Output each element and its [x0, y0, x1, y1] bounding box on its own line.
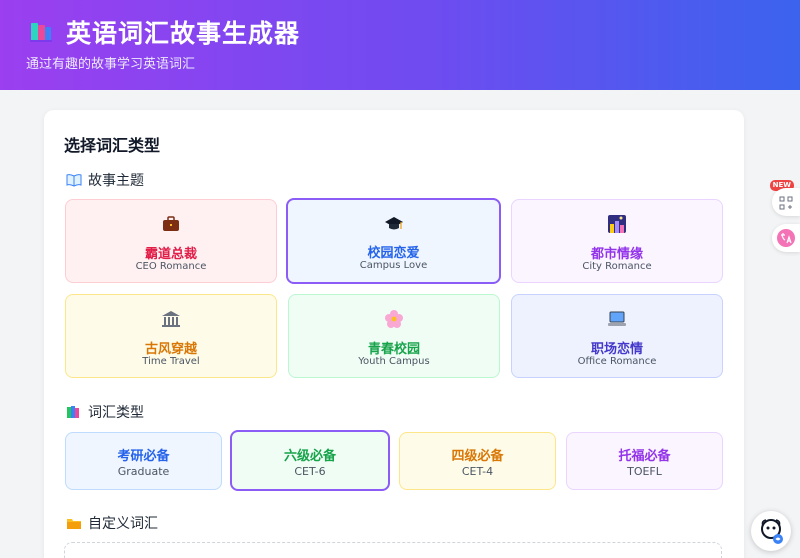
books-icon — [28, 19, 54, 45]
vocab-tile-cet4[interactable]: 四级必备 CET-4 — [399, 432, 556, 490]
theme-tile-time-travel[interactable]: 古风穿越 Time Travel — [65, 294, 277, 378]
vocab-name: 四级必备 — [451, 449, 504, 464]
theme-name: 青春校园 — [367, 342, 420, 357]
app-title: 英语词汇故事生成器 — [66, 19, 301, 48]
scan-tool-button[interactable] — [772, 188, 800, 216]
translate-icon — [776, 228, 796, 252]
vocab-english: Graduate — [117, 465, 170, 478]
card-title: 选择词汇类型 — [64, 136, 161, 155]
theme-name: 校园恋爱 — [367, 246, 420, 261]
theme-tile-city-romance[interactable]: 都市情缘 City Romance — [511, 199, 723, 283]
vocab-english: TOEFL — [627, 465, 662, 478]
theme-name: 霸道总裁 — [144, 247, 197, 262]
custom-section-label: 自定义词汇 — [66, 513, 158, 533]
custom-section-text: 自定义词汇 — [88, 516, 158, 532]
graduation-cap-icon — [384, 214, 404, 234]
vocab-name: 六级必备 — [283, 449, 336, 464]
vocab-section-text: 词汇类型 — [88, 405, 144, 421]
app-title-row: 英语词汇故事生成器 — [28, 14, 300, 50]
theme-english: Youth Campus — [358, 356, 430, 367]
vocab-name: 托福必备 — [618, 449, 671, 464]
assistant-avatar-icon — [757, 517, 785, 549]
custom-vocab-dropzone[interactable] — [64, 542, 722, 558]
theme-section-text: 故事主题 — [88, 173, 144, 189]
books-icon — [66, 405, 82, 419]
qr-scan-icon — [779, 195, 793, 214]
theme-english: Time Travel — [142, 356, 200, 367]
translate-tool-button[interactable] — [772, 224, 800, 252]
classical-building-icon — [161, 309, 181, 329]
theme-section-label: 故事主题 — [66, 170, 144, 190]
vocab-english: CET-4 — [461, 465, 494, 478]
vocab-tile-cet6[interactable]: 六级必备 CET-6 — [230, 430, 390, 491]
theme-english: Office Romance — [577, 356, 657, 367]
theme-english: Campus Love — [359, 260, 428, 271]
theme-tile-ceo-romance[interactable]: 霸道总裁 CEO Romance — [65, 199, 277, 283]
open-book-icon — [66, 173, 82, 187]
theme-english: CEO Romance — [135, 261, 207, 272]
vocab-tile-toefl[interactable]: 托福必备 TOEFL — [566, 432, 723, 490]
vocab-name: 考研必备 — [117, 449, 170, 464]
theme-name: 职场恋情 — [590, 342, 643, 357]
cherry-blossom-icon — [384, 309, 404, 329]
theme-tile-campus-love[interactable]: 校园恋爱 Campus Love — [286, 198, 501, 284]
theme-english: City Romance — [582, 261, 652, 272]
briefcase-icon — [161, 214, 181, 234]
app-header: 英语词汇故事生成器 通过有趣的故事学习英语词汇 — [0, 0, 800, 90]
theme-tile-youth-campus[interactable]: 青春校园 Youth Campus — [288, 294, 500, 378]
theme-tile-office-romance[interactable]: 职场恋情 Office Romance — [511, 294, 723, 378]
laptop-icon — [607, 309, 627, 329]
folder-icon — [66, 516, 82, 530]
vocab-english: CET-6 — [294, 465, 326, 478]
vocab-tile-graduate[interactable]: 考研必备 Graduate — [65, 432, 222, 490]
assistant-button[interactable] — [751, 511, 791, 551]
vocab-selection-card: 选择词汇类型 故事主题 霸道总裁 CEO Romance 校园恋爱 Campus… — [44, 110, 744, 558]
app-subtitle: 通过有趣的故事学习英语词汇 — [26, 57, 196, 72]
theme-name: 古风穿越 — [144, 342, 197, 357]
theme-name: 都市情缘 — [590, 247, 643, 262]
city-night-icon — [607, 214, 627, 234]
vocab-section-label: 词汇类型 — [66, 402, 144, 422]
